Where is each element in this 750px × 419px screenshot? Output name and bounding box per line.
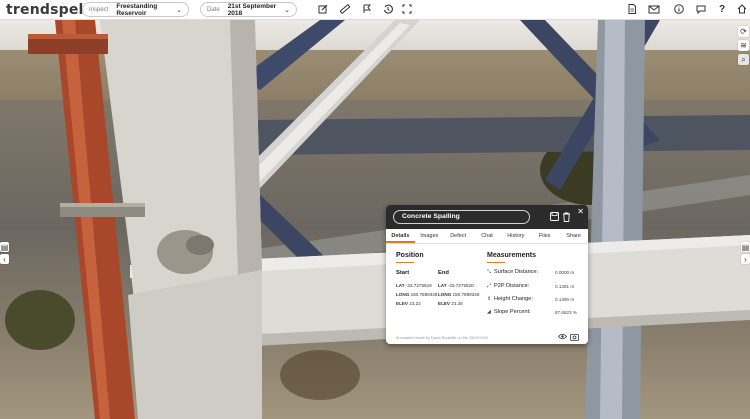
chevron-down-icon: ⌄ [176,6,182,14]
save-icon[interactable] [550,212,559,222]
flag-icon[interactable] [361,4,373,16]
search-view-icon[interactable]: ⌕ [738,54,749,65]
ruler-icon[interactable] [339,3,351,16]
fullscreen-icon[interactable] [401,4,413,16]
refresh-icon[interactable]: ⟳ [738,26,749,37]
top-bar: trendspek Inspect Freestanding Reservoir… [0,0,750,20]
panel-header: Concrete Spalling ✕ [386,205,588,229]
p2p-distance-row: ⤢ P2P Distance: 0.1381 m [487,283,575,289]
start-elev: ELEV 23.22 [396,301,421,306]
tab-details[interactable]: Details [386,229,415,243]
layers-icon[interactable]: ≋ [738,40,749,51]
3d-viewport[interactable]: ⟳ ≋ ⌕ ▤ ‹ ▤ › [0,20,750,419]
info-icon[interactable] [673,4,685,16]
right-panel-doc-icon[interactable]: ▤ [741,242,750,252]
annotation-panel: Concrete Spalling ✕ Details Images Defec… [386,205,588,344]
surface-distance-value: 0.0000 m [555,270,575,275]
date-dropdown[interactable]: Date 21st September 2018 ⌄ [200,2,297,17]
tab-history[interactable]: History [501,229,530,243]
chat-icon[interactable] [695,4,707,16]
history-icon[interactable] [382,4,394,16]
slope-icon: ◢ [487,309,491,315]
home-icon[interactable] [736,4,748,16]
inspect-dropdown[interactable]: Inspect Freestanding Reservoir ⌄ [82,2,189,17]
position-underline [396,262,414,263]
p2p-distance-icon: ⤢ [487,283,492,289]
height-change-row: ⇕ Height Change: 0.1490 m [487,296,575,302]
left-panel-doc-icon[interactable]: ▤ [0,242,9,252]
slope-percent-row: ◢ Slope Percent: 87.6623 % [487,309,577,315]
logo[interactable]: trendspek [6,2,88,18]
date-value: 21st September 2018 [227,2,277,17]
measurements-heading: Measurements [487,252,537,259]
start-heading: Start [396,270,410,276]
eye-icon[interactable] [557,333,568,342]
slope-percent-value: 87.6623 % [555,310,577,315]
right-panel-arrow-icon[interactable]: › [741,254,750,264]
tab-files[interactable]: Files [530,229,559,243]
help-icon[interactable]: ? [716,4,728,16]
camera-icon[interactable] [570,333,579,343]
end-heading: End [438,270,449,276]
end-lat: LAT -33.7275820 [438,283,474,288]
start-long: LONG 150.7889348 [396,292,438,297]
inspect-label: Inspect [89,6,109,13]
end-elev: ELEV 23.36 [438,301,463,306]
structure-render [5,20,750,419]
surface-distance-icon: ⤡ [487,269,492,275]
panel-tabs: Details Images Defect Chat History Files… [386,229,588,244]
annotation-footer-note: Annotation made by David Radcliffe on th… [396,336,488,340]
trash-icon[interactable] [562,212,571,222]
date-label: Date [207,6,220,13]
end-long: LONG 150.7889348 [438,292,480,297]
height-change-value: 0.1490 m [555,297,575,302]
email-icon[interactable] [648,4,660,16]
tab-share[interactable]: Share [559,229,588,243]
tab-defect[interactable]: Defect [444,229,473,243]
inspect-value: Freestanding Reservoir [116,2,158,17]
chevron-down-icon: ⌄ [284,6,290,14]
surface-distance-row: ⤡ Surface Distance: 0.0000 m [487,269,575,275]
edit-icon[interactable] [317,4,329,16]
position-heading: Position [396,252,424,259]
measurements-underline [487,262,505,263]
annotation-title[interactable]: Concrete Spalling [393,210,530,224]
left-panel-arrow-icon[interactable]: ‹ [0,254,9,264]
document-icon[interactable] [626,4,638,16]
start-lat: LAT -33.7275819 [396,283,432,288]
tab-images[interactable]: Images [415,229,444,243]
height-change-icon: ⇕ [487,296,492,302]
p2p-distance-value: 0.1381 m [555,284,575,289]
tab-chat[interactable]: Chat [473,229,502,243]
close-icon[interactable]: ✕ [577,207,584,216]
